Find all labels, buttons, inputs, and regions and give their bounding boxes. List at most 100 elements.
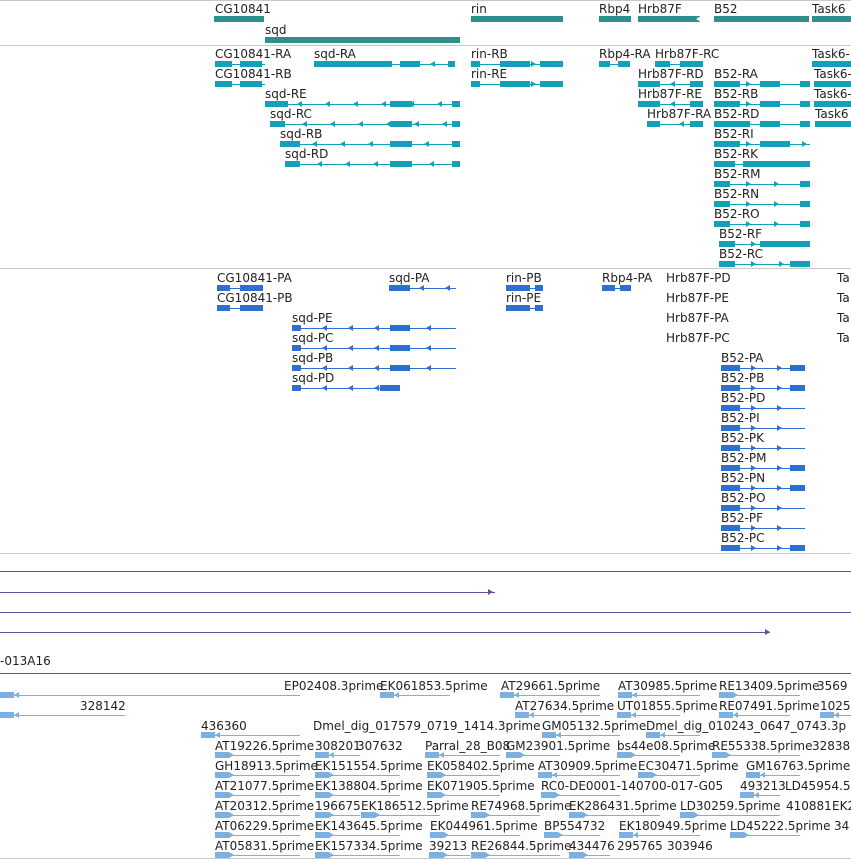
protein-label[interactable]: sqd-PA — [389, 271, 430, 285]
strand-arrow[interactable] — [514, 692, 519, 698]
strand-arrow[interactable] — [670, 81, 675, 87]
strand-arrow[interactable] — [289, 161, 294, 167]
strand-arrow[interactable] — [555, 792, 560, 798]
transcript-label[interactable]: B52-RK — [714, 147, 758, 161]
strand-arrow[interactable] — [223, 752, 228, 758]
strand-arrow[interactable] — [751, 485, 756, 491]
transcript-label[interactable]: CG10841-RA — [215, 47, 291, 61]
protein-label[interactable]: Ta — [837, 271, 850, 285]
strand-arrow[interactable] — [718, 141, 723, 147]
est-label[interactable]: EK157334.5prime — [315, 839, 423, 853]
protein-label[interactable]: B52-PM — [721, 451, 766, 465]
strand-arrow[interactable] — [765, 629, 770, 635]
strand-arrow[interactable] — [296, 325, 301, 331]
protein-label[interactable]: B52-PC — [721, 531, 764, 545]
est-label[interactable]: GM16763.5prime — [746, 759, 850, 773]
strand-arrow[interactable] — [223, 832, 228, 838]
transcript-label[interactable]: Hrb87F-RC — [655, 47, 719, 61]
strand-arrow[interactable] — [284, 141, 289, 147]
est-label[interactable]: RC0-DE0001-140700-017-G05 — [541, 779, 723, 793]
protein-label[interactable]: Hrb87F-PE — [666, 291, 729, 305]
cds[interactable] — [790, 545, 805, 551]
est-label[interactable]: 307632 — [357, 739, 403, 753]
strand-arrow[interactable] — [345, 161, 350, 167]
strand-arrow[interactable] — [229, 852, 234, 858]
strand-arrow[interactable] — [718, 181, 723, 187]
strand-arrow[interactable] — [816, 61, 821, 67]
exon[interactable] — [390, 121, 412, 127]
est-label[interactable]: 1025 — [820, 699, 851, 713]
strand-arrow[interactable] — [8, 692, 13, 698]
strand-arrow[interactable] — [556, 732, 561, 738]
strand-arrow[interactable] — [431, 852, 436, 858]
strand-arrow[interactable] — [718, 121, 723, 127]
strand-arrow[interactable] — [221, 305, 226, 311]
strand-arrow[interactable] — [441, 792, 446, 798]
strand-arrow[interactable] — [217, 752, 222, 758]
strand-arrow[interactable] — [325, 101, 330, 107]
strand-arrow[interactable] — [229, 812, 234, 818]
strand-arrow[interactable] — [818, 81, 823, 87]
strand-arrow[interactable] — [229, 752, 234, 758]
strand-arrow[interactable] — [819, 121, 824, 127]
strand-arrow[interactable] — [777, 385, 782, 391]
est-label[interactable]: AT27634.5prime — [515, 699, 614, 713]
clone-segment[interactable] — [0, 632, 770, 633]
strand-arrow[interactable] — [751, 365, 756, 371]
strand-arrow[interactable] — [694, 812, 699, 818]
strand-arrow[interactable] — [375, 812, 380, 818]
strand-arrow[interactable] — [725, 445, 730, 451]
strand-arrow[interactable] — [546, 772, 551, 778]
strand-arrow[interactable] — [394, 692, 399, 698]
strand-arrow[interactable] — [531, 61, 536, 67]
strand-arrow[interactable] — [670, 101, 675, 107]
transcript-label[interactable]: rin-RB — [471, 47, 508, 61]
strand-arrow[interactable] — [382, 692, 387, 698]
strand-arrow[interactable] — [374, 325, 379, 331]
strand-arrow[interactable] — [725, 465, 730, 471]
strand-arrow[interactable] — [726, 752, 731, 758]
strand-arrow[interactable] — [386, 121, 391, 127]
strand-arrow[interactable] — [247, 305, 252, 311]
strand-arrow[interactable] — [546, 832, 551, 838]
est-label[interactable]: 436360 — [201, 719, 247, 733]
strand-arrow[interactable] — [348, 325, 353, 331]
protein-label[interactable]: Hrb87F-PA — [666, 311, 729, 325]
strand-arrow[interactable] — [682, 812, 687, 818]
est-label[interactable]: Dmel_dig_017579_0719_1414.3prime — [313, 719, 541, 733]
strand-arrow[interactable] — [751, 445, 756, 451]
est-label[interactable]: 328142 — [80, 699, 126, 713]
exon[interactable] — [618, 61, 630, 67]
strand-arrow[interactable] — [531, 81, 536, 87]
strand-arrow[interactable] — [317, 832, 322, 838]
cds[interactable] — [721, 505, 740, 511]
strand-arrow[interactable] — [508, 752, 513, 758]
strand-arrow[interactable] — [348, 385, 353, 391]
clone-segment[interactable] — [0, 673, 851, 674]
exon[interactable] — [452, 121, 460, 127]
strand-arrow[interactable] — [479, 812, 484, 818]
strand-arrow[interactable] — [646, 772, 651, 778]
strand-arrow[interactable] — [777, 445, 782, 451]
strand-arrow[interactable] — [517, 712, 522, 718]
est-label[interactable]: EK044961.5prime — [430, 819, 538, 833]
strand-arrow[interactable] — [746, 221, 751, 227]
strand-arrow[interactable] — [322, 325, 327, 331]
transcript-label[interactable]: sqd-RE — [265, 87, 307, 101]
strand-arrow[interactable] — [317, 792, 322, 798]
cds[interactable] — [721, 425, 740, 431]
strand-arrow[interactable] — [696, 16, 701, 22]
strand-arrow[interactable] — [625, 752, 630, 758]
strand-arrow[interactable] — [247, 81, 252, 87]
est-label[interactable]: Dmel_dig_010243_0647_0743.3p — [646, 719, 846, 733]
strand-arrow[interactable] — [802, 81, 807, 87]
est-label[interactable]: 410881 — [786, 799, 832, 813]
strand-arrow[interactable] — [323, 852, 328, 858]
strand-arrow[interactable] — [549, 792, 554, 798]
strand-arrow[interactable] — [388, 692, 393, 698]
transcript-label[interactable]: Task6- — [812, 47, 850, 61]
protein-label[interactable]: sqd-PB — [292, 351, 333, 365]
transcript-label[interactable]: Task6- — [814, 87, 851, 101]
strand-arrow[interactable] — [746, 201, 751, 207]
protein-label[interactable]: B52-PI — [721, 411, 760, 425]
